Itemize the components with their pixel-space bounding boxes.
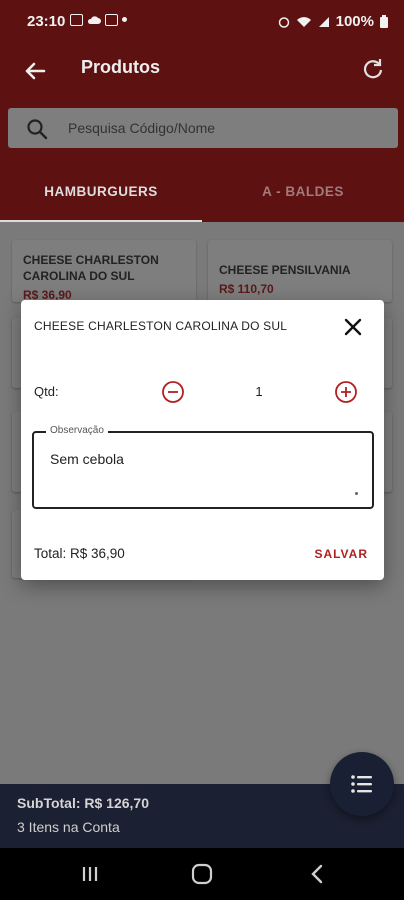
back-arrow-icon[interactable] (20, 56, 50, 86)
product-name-line1: CHEESE PENSILVANIA (219, 263, 351, 277)
list-icon (351, 775, 372, 793)
resize-handle-icon (355, 492, 358, 495)
subtotal-text: SubTotal: R$ 126,70 (17, 795, 150, 811)
observation-field[interactable]: Observação Sem cebola (32, 425, 374, 509)
decrement-icon[interactable] (161, 380, 185, 404)
nav-back-icon[interactable] (304, 860, 332, 888)
search-icon (27, 119, 48, 140)
product-name-line1: CHEESE CHARLESTON (23, 253, 159, 267)
increment-icon[interactable] (334, 380, 358, 404)
search-box[interactable] (8, 108, 398, 148)
menu-fab-button[interactable] (330, 752, 394, 816)
save-button[interactable]: SALVAR (314, 547, 368, 561)
product-price: R$ 110,70 (219, 282, 274, 296)
recent-apps-icon[interactable] (76, 860, 104, 888)
tab-a-baldes[interactable]: A - BALDES (202, 160, 404, 222)
tab-hamburguers[interactable]: HAMBURGUERS (0, 160, 202, 222)
home-icon[interactable] (188, 860, 216, 888)
dialog-title: CHEESE CHARLESTON CAROLINA DO SUL (34, 319, 288, 333)
category-tabs: HAMBURGUERS A - BALDES (0, 160, 404, 222)
close-icon[interactable] (344, 318, 362, 336)
wifi-icon (296, 16, 311, 27)
search-input[interactable] (68, 116, 368, 140)
quantity-label: Qtd: (34, 384, 59, 399)
notification-icons (70, 14, 127, 26)
app-notification-icon (70, 14, 83, 26)
alarm-icon (278, 16, 289, 28)
product-card[interactable]: CHEESE PENSILVANIA R$ 110,70 (208, 240, 392, 302)
product-card[interactable]: CHEESE CHARLESTON CAROLINA DO SUL R$ 36,… (12, 240, 196, 302)
status-bar: 23:10 100% (0, 0, 404, 44)
observation-label: Observação (46, 425, 108, 436)
observation-text[interactable]: Sem cebola (50, 451, 124, 467)
dialog-total: Total: R$ 36,90 (34, 546, 125, 561)
signal-icon (318, 16, 329, 27)
refresh-icon[interactable] (358, 54, 388, 84)
items-count-text: 3 Itens na Conta (17, 819, 120, 835)
app-bar: Produtos (0, 44, 404, 100)
page-title: Produtos (81, 57, 160, 77)
battery-percentage: 100% (335, 13, 374, 30)
cloud-icon (87, 16, 101, 24)
system-icons: 100% (278, 13, 388, 30)
battery-icon (380, 15, 388, 28)
quantity-value: 1 (255, 384, 263, 399)
status-time: 23:10 (27, 13, 66, 30)
search-area (0, 100, 404, 160)
mail-icon (105, 14, 118, 26)
more-notifications-icon (122, 17, 127, 22)
system-navigation-bar (0, 848, 404, 900)
product-name-line2: CAROLINA DO SUL (23, 269, 135, 283)
add-product-dialog: CHEESE CHARLESTON CAROLINA DO SUL Qtd: 1… (21, 300, 384, 580)
